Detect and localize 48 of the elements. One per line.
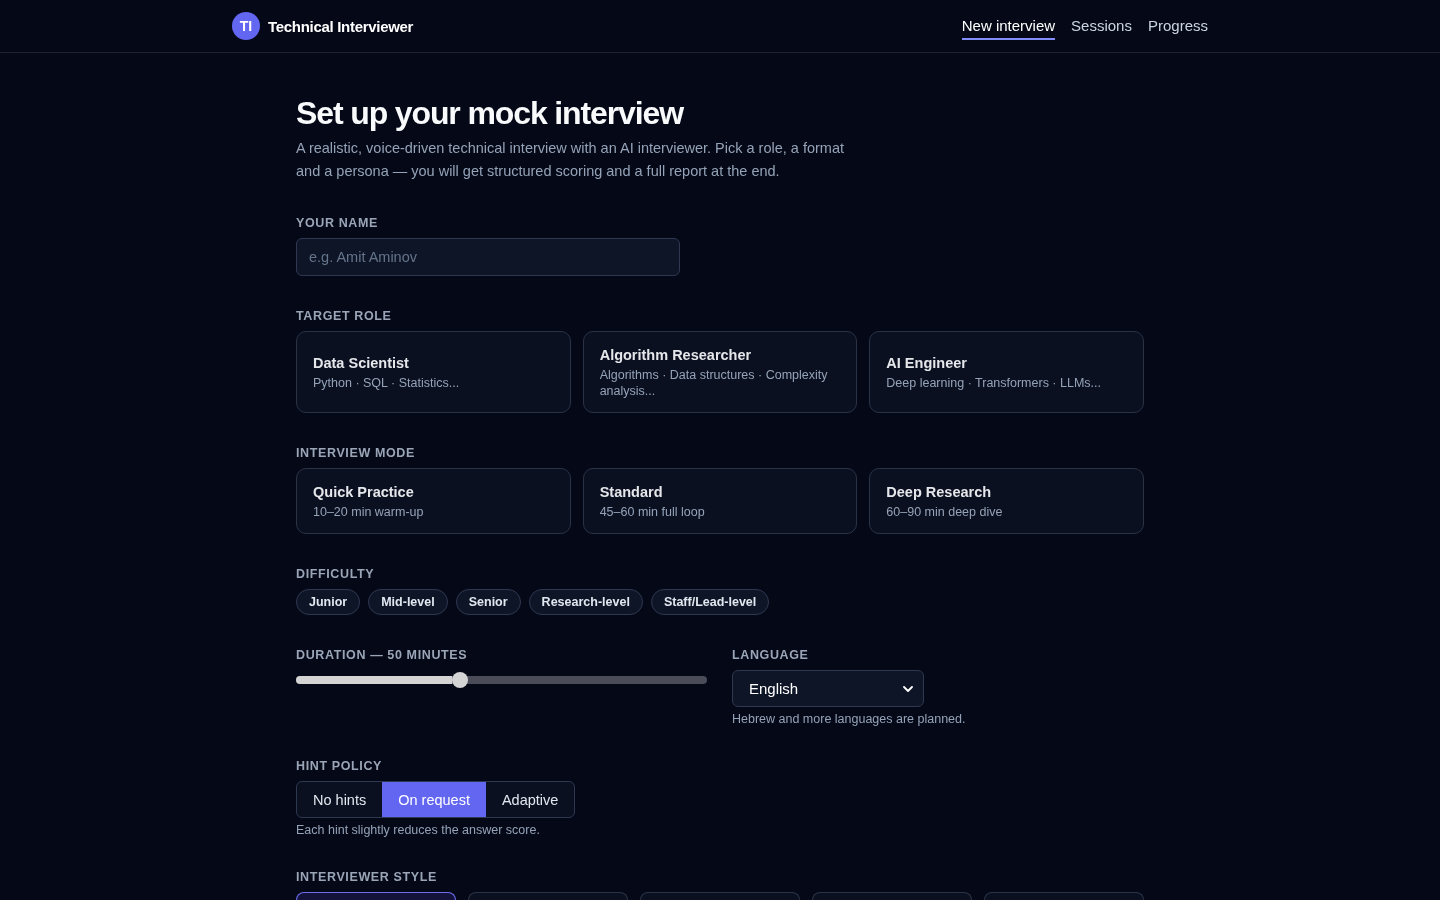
section-label: DURATION — 50 MINUTES [296,647,468,663]
section-label: DIFFICULTY [296,566,375,582]
help-text: Hebrew and more languages are planned. [732,712,966,726]
section-label: INTERVIEW MODE [296,445,415,461]
section-label: HINT POLICY [296,758,383,774]
section-label: YOUR NAME [296,215,379,231]
card-subtitle: 60–90 min deep dive [886,504,1003,520]
app-logo: TI [232,12,260,40]
card-title: AI Engineer [886,354,967,373]
difficulty-chip[interactable]: Research-level [528,589,643,615]
slider-thumb[interactable] [452,672,469,688]
role-card[interactable]: Data Scientist Python · SQL · Statistics... [296,331,571,413]
card-subtitle: Deep learning · Transformers · LLMs... [886,375,1101,391]
card-title: Quick Practice [313,483,414,502]
mode-card[interactable]: Standard 45–60 min full loop [582,468,858,534]
difficulty-chip[interactable]: Junior [296,589,361,615]
help-text: Each hint slightly reduces the answer score. [296,823,540,837]
page-title: Set up your mock interview [296,94,683,133]
card-title: Standard [599,483,663,502]
nav-link[interactable]: New interview [961,12,1056,40]
mode-card[interactable]: Deep Research 60–90 min deep dive [869,468,1144,534]
section-label: TARGET ROLE [296,308,392,324]
chevron-down-icon [903,685,913,692]
role-card[interactable]: AI Engineer Deep learning · Transformers · LLMs... [869,331,1144,413]
card-title: Algorithm Researcher [599,346,752,365]
hint-option[interactable]: Adaptive [485,782,575,817]
hint-option[interactable]: On request [382,782,486,817]
card-subtitle: Algorithms · Data structures · Complexity analysis... [599,367,829,399]
hint-option[interactable]: No hints [297,782,383,817]
difficulty-chip[interactable]: Staff/Lead-level [650,589,770,615]
section-label: INTERVIEWER STYLE [296,869,437,885]
language-select[interactable]: English [732,670,924,707]
card-subtitle: 45–60 min full loop [599,504,705,520]
card-subtitle: 10–20 min warm-up [313,504,424,520]
difficulty-chip[interactable]: Senior [455,589,521,615]
card-title: Deep Research [886,483,992,502]
card-title: Data Scientist [313,354,409,373]
card-subtitle: Python · SQL · Statistics... [313,375,460,391]
style-card[interactable] [296,892,456,900]
role-card[interactable]: Algorithm Researcher Algorithms · Data structures · Complexity analysis... [582,331,858,413]
app-title: Technical Interviewer [268,17,414,35]
section-label: LANGUAGE [732,647,809,663]
difficulty-chip[interactable]: Mid-level [368,589,448,615]
mode-card[interactable]: Quick Practice 10–20 min warm-up [296,468,571,534]
name-input[interactable]: e.g. Amit Aminov [296,238,680,276]
page-description: A realistic, voice-driven technical interview with an AI interviewer. Pick a role, a format and a persona — you will get structured scoring and a full report at the end. [296,139,845,181]
nav-link[interactable]: Sessions [1071,12,1132,40]
nav-link[interactable]: Progress [1147,12,1208,40]
